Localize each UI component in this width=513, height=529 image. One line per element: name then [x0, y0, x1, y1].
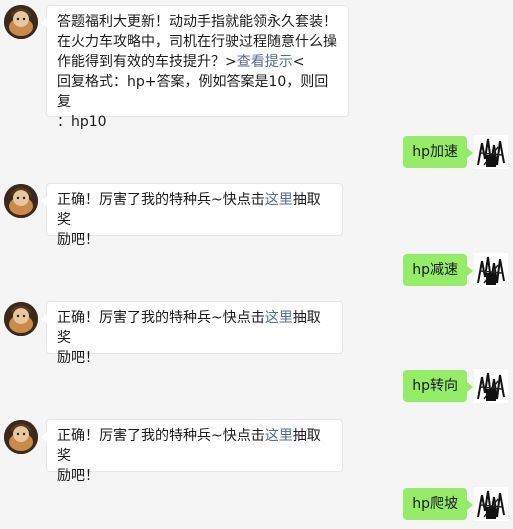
- draw-reward-link[interactable]: 这里: [265, 192, 293, 208]
- character-avatar-icon: [4, 302, 38, 336]
- draw-reward-link[interactable]: 这里: [265, 428, 293, 444]
- correct-prefix: 正确！厉害了我的特种兵~快点击: [57, 310, 265, 326]
- question-line-2: 在火力车攻略中，司机在行驶过程随意什么操: [57, 34, 337, 50]
- reply-format-line-1: 回复格式：hp+答案，例如答案是10，则回复: [57, 74, 329, 110]
- user-avatar[interactable]: [474, 135, 508, 169]
- correct-line-2: 励吧！: [57, 350, 99, 366]
- character-avatar-icon: [4, 420, 38, 454]
- question-bubble: 答题福利大更新！动动手指就能领永久套装！ 在火力车攻略中，司机在行驶过程随意什么…: [41, 5, 349, 130]
- sketch-avatar-icon: [474, 253, 508, 287]
- bot-avatar[interactable]: [4, 302, 38, 336]
- correct-prefix: 正确！厉害了我的特种兵~快点击: [57, 192, 265, 208]
- bot-avatar[interactable]: [4, 5, 38, 39]
- user-avatar[interactable]: [474, 487, 508, 521]
- bot-avatar[interactable]: [4, 184, 38, 218]
- user-avatar[interactable]: [474, 253, 508, 287]
- question-line-1: 答题福利大更新！动动手指就能领永久套装！: [57, 14, 337, 30]
- sketch-avatar-icon: [474, 369, 508, 403]
- correct-line-1: 正确！厉害了我的特种兵~快点击这里抽取奖: [57, 308, 332, 348]
- reply-format-line-2: ：hp10: [57, 114, 107, 130]
- correct-answer-bubble: 正确！厉害了我的特种兵~快点击这里抽取奖 励吧！: [41, 183, 343, 248]
- bot-avatar[interactable]: [4, 420, 38, 454]
- correct-line-2: 励吧！: [57, 468, 99, 484]
- correct-line-1: 正确！厉害了我的特种兵~快点击这里抽取奖: [57, 190, 332, 230]
- correct-prefix: 正确！厉害了我的特种兵~快点击: [57, 428, 265, 444]
- character-avatar-icon: [4, 184, 38, 218]
- sketch-avatar-icon: [474, 135, 508, 169]
- user-reply-bubble: hp减速: [403, 254, 473, 286]
- user-reply-bubble: hp爬坡: [403, 488, 473, 520]
- correct-line-1: 正确！厉害了我的特种兵~快点击这里抽取奖: [57, 426, 332, 466]
- user-reply-bubble: hp加速: [403, 136, 473, 168]
- question-line-3-text: 作能得到有效的车技提升？: [57, 54, 225, 70]
- correct-answer-bubble: 正确！厉害了我的特种兵~快点击这里抽取奖 励吧！: [41, 419, 343, 484]
- correct-line-2: 励吧！: [57, 232, 99, 248]
- sketch-avatar-icon: [474, 487, 508, 521]
- link-prefix: >: [225, 54, 237, 70]
- correct-answer-bubble: 正确！厉害了我的特种兵~快点击这里抽取奖 励吧！: [41, 301, 343, 366]
- question-line-3: 作能得到有效的车技提升？>查看提示<: [57, 52, 338, 72]
- user-reply-bubble: hp转向: [403, 370, 473, 402]
- view-hint-link[interactable]: 查看提示: [237, 54, 293, 70]
- character-avatar-icon: [4, 5, 38, 39]
- link-suffix: <: [292, 54, 305, 70]
- draw-reward-link[interactable]: 这里: [265, 310, 293, 326]
- user-avatar[interactable]: [474, 369, 508, 403]
